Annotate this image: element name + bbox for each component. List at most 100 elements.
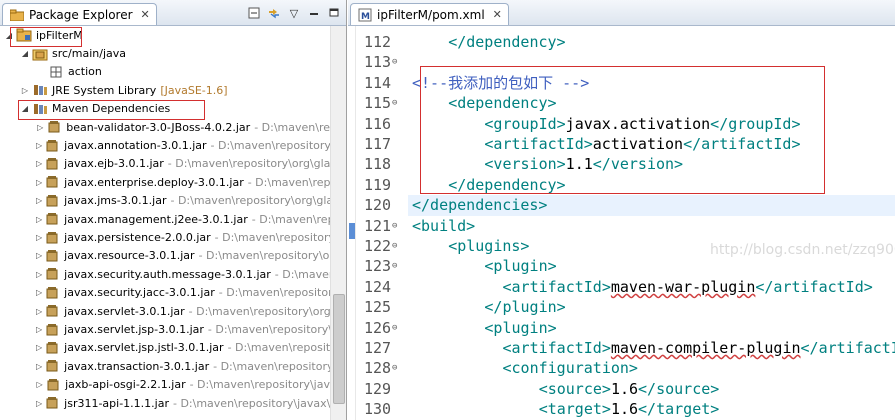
- close-icon[interactable]: ✕: [141, 8, 150, 21]
- maximize-icon[interactable]: [325, 5, 343, 21]
- tab-package-explorer[interactable]: Package Explorer ✕: [2, 3, 157, 25]
- code-line[interactable]: <source>1.6</source>: [539, 379, 720, 399]
- collapsed-arrow-icon[interactable]: ▷: [36, 398, 42, 408]
- tree-node-maven[interactable]: ◢ Maven Dependencies: [0, 100, 330, 118]
- scrollbar-thumb[interactable]: [333, 294, 345, 404]
- jar-name: bean-validator-3.0-JBoss-4.0.2.jar: [66, 120, 251, 134]
- line-number: 114: [356, 73, 406, 93]
- tree-node-jar[interactable]: ▷ bean-validator-3.0-JBoss-4.0.2.jar - D:\…: [0, 118, 330, 136]
- collapsed-arrow-icon[interactable]: ▷: [36, 233, 42, 243]
- fold-toggle-icon[interactable]: ⊖: [392, 52, 397, 72]
- link-with-editor-icon[interactable]: [265, 5, 283, 21]
- jar-name: javax.security.auth.message-3.0.1.jar: [64, 267, 271, 281]
- line-number: 119: [356, 175, 406, 195]
- tree-node-jre[interactable]: ▷ JRE System Library [JavaSE-1.6]: [0, 81, 330, 99]
- collapsed-arrow-icon[interactable]: ▷: [36, 177, 42, 187]
- code-line[interactable]: <artifactId>maven-compiler-plugin</artif…: [503, 338, 895, 358]
- fold-toggle-icon[interactable]: ⊖: [392, 358, 397, 378]
- tree-node-jar[interactable]: ▷ javax.persistence-2.0.0.jar - D:\maven\r…: [0, 228, 330, 246]
- code-line[interactable]: <configuration>: [503, 358, 638, 378]
- tree-node-src[interactable]: ◢ src/main/java: [0, 44, 330, 62]
- fold-toggle-icon[interactable]: ⊖: [392, 236, 397, 256]
- tree-node-jar[interactable]: ▷ javax.servlet-3.0.1.jar - D:\maven\repos…: [0, 302, 330, 320]
- collapsed-arrow-icon[interactable]: ▷: [36, 288, 42, 298]
- code-line[interactable]: <plugin>: [484, 318, 556, 338]
- line-number: 115 ⊖: [356, 93, 406, 113]
- jar-path: - D:\maven\re: [254, 120, 330, 134]
- code-line[interactable]: <plugin>: [484, 256, 556, 276]
- tree-node-jar[interactable]: ▷ javax.ejb-3.0.1.jar - D:\maven\repositor…: [0, 155, 330, 173]
- fold-toggle-icon[interactable]: ⊖: [392, 216, 397, 236]
- tree-node-jar[interactable]: ▷ javax.annotation-3.0.1.jar - D:\maven\re…: [0, 136, 330, 154]
- code-line[interactable]: <plugins>: [448, 236, 529, 256]
- tree-node-jar[interactable]: ▷ javax.servlet.jsp.jstl-3.0.1.jar - D:\ma…: [0, 339, 330, 357]
- collapsed-arrow-icon[interactable]: ▷: [36, 343, 42, 353]
- tree-node-jar[interactable]: ▷ javax.enterprise.deploy-3.0.1.jar - D:\m…: [0, 173, 330, 191]
- jar-path: - D:\maven\repository\org\gla: [167, 157, 330, 171]
- line-number: 120: [356, 195, 406, 215]
- watermark-text: http://blog.csdn.net/zzq900503: [710, 242, 895, 258]
- jar-icon: [44, 138, 60, 154]
- xml-tag: </source>: [638, 379, 720, 398]
- line-number-text: 129: [364, 379, 392, 398]
- collapse-all-icon[interactable]: [245, 5, 263, 21]
- line-number: 113 ⊖: [356, 52, 406, 72]
- jar-name: javax.servlet-3.0.1.jar: [64, 304, 185, 318]
- line-number: 122 ⊖: [356, 236, 406, 256]
- tree-scrollbar[interactable]: [330, 26, 346, 420]
- xml-text: maven-war-plugin: [610, 277, 756, 296]
- collapsed-arrow-icon[interactable]: ▷: [36, 306, 42, 316]
- tree-node-jar[interactable]: ▷ javax.servlet.jsp-3.0.1.jar - D:\maven\r…: [0, 320, 330, 338]
- collapsed-arrow-icon[interactable]: ▷: [36, 325, 42, 335]
- code-line[interactable]: <target>1.6</target>: [539, 399, 720, 419]
- tab-pom-xml[interactable]: M ipFilterM/pom.xml ✕: [350, 3, 509, 25]
- tree-node-jar[interactable]: ▷ javax.transaction-3.0.1.jar - D:\maven\r…: [0, 357, 330, 375]
- tree-node-jar[interactable]: ▷ jaxb-api-osgi-2.2.1.jar - D:\maven\repos…: [0, 376, 330, 394]
- close-icon[interactable]: ✕: [493, 8, 502, 21]
- line-number-text: 117: [364, 135, 392, 153]
- jar-icon: [44, 285, 60, 301]
- jar-path: - D:\maven\repository\: [214, 231, 330, 245]
- code-line[interactable]: <build>: [412, 216, 475, 236]
- collapsed-arrow-icon[interactable]: ▷: [36, 251, 42, 261]
- xml-tag: </artifactId>: [755, 277, 873, 296]
- code-line[interactable]: </dependencies>: [412, 195, 547, 215]
- expanded-arrow-icon[interactable]: ◢: [4, 30, 14, 40]
- collapsed-arrow-icon[interactable]: ▷: [36, 269, 42, 279]
- collapsed-arrow-icon[interactable]: ▷: [36, 361, 42, 371]
- tree-node-project[interactable]: ◢ ipFilterM: [0, 26, 330, 44]
- collapsed-arrow-icon[interactable]: ▷: [36, 159, 42, 169]
- tree-node-jar[interactable]: ▷ jsr311-api-1.1.1.jar - D:\maven\reposito…: [0, 394, 330, 412]
- tree-node-package[interactable]: action: [0, 63, 330, 81]
- code-line[interactable]: </dependency>: [448, 32, 565, 52]
- code-line[interactable]: <artifactId>maven-war-plugin</artifactId…: [503, 277, 873, 297]
- jar-path: - D:\maven\repository\javax\: [172, 396, 330, 410]
- fold-toggle-icon[interactable]: ⊖: [392, 318, 397, 338]
- jar-path: - D:\maven\repo: [251, 212, 330, 226]
- collapsed-arrow-icon[interactable]: ▷: [36, 214, 42, 224]
- expanded-arrow-icon[interactable]: ◢: [20, 49, 30, 59]
- tree-node-jar[interactable]: ▷ javax.resource-3.0.1.jar - D:\maven\repo…: [0, 247, 330, 265]
- maven-file-icon: M: [357, 7, 373, 23]
- collapsed-arrow-icon[interactable]: ▷: [36, 141, 42, 151]
- tree-node-jar[interactable]: ▷ javax.security.auth.message-3.0.1.jar - …: [0, 265, 330, 283]
- jar-name: javax.ejb-3.0.1.jar: [64, 157, 164, 171]
- fold-toggle-icon[interactable]: ⊖: [392, 256, 397, 276]
- svg-text:M: M: [361, 12, 370, 22]
- line-number: 112: [356, 32, 406, 52]
- view-menu-icon[interactable]: ▽: [285, 5, 303, 21]
- minimize-icon[interactable]: [305, 5, 323, 21]
- tree-node-jar[interactable]: ▷ javax.security.jacc-3.0.1.jar - D:\maven…: [0, 284, 330, 302]
- code-line[interactable]: </plugin>: [484, 297, 565, 317]
- collapsed-arrow-icon[interactable]: ▷: [36, 196, 42, 206]
- fold-toggle-icon[interactable]: ⊖: [392, 93, 397, 113]
- expanded-arrow-icon[interactable]: ◢: [20, 104, 30, 114]
- collapsed-arrow-icon[interactable]: ▷: [36, 380, 43, 390]
- code-area[interactable]: http://blog.csdn.net/zzq900503 </depende…: [408, 26, 895, 420]
- tree-node-jar[interactable]: ▷ javax.management.j2ee-3.0.1.jar - D:\mav…: [0, 210, 330, 228]
- collapsed-arrow-icon[interactable]: ▷: [36, 122, 44, 132]
- tree-node-jar[interactable]: ▷ javax.jms-3.0.1.jar - D:\maven\repositor…: [0, 192, 330, 210]
- tab-label: ipFilterM/pom.xml: [377, 7, 485, 22]
- collapsed-arrow-icon[interactable]: ▷: [20, 85, 30, 95]
- jar-path: - D:\maven\repository\or: [198, 249, 330, 263]
